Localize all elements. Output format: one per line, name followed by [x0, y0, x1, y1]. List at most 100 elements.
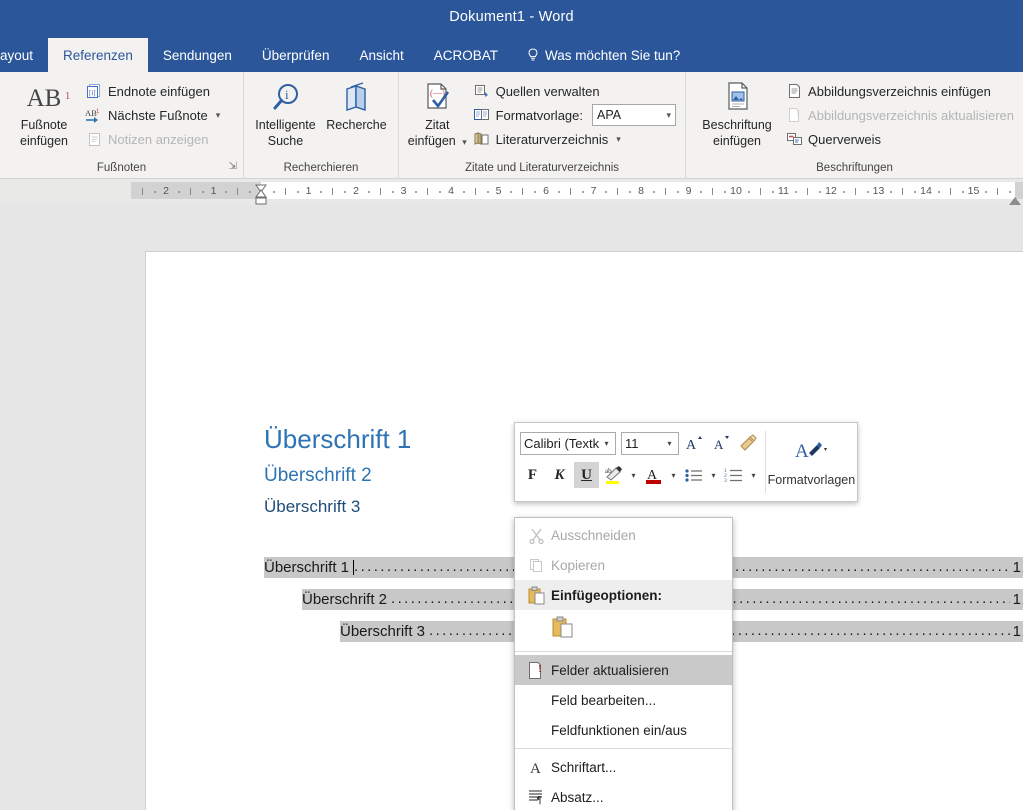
ruler-tick-label: 1 [305, 185, 312, 197]
toc-entry-text: Überschrift 3 [340, 623, 426, 640]
manage-sources-label: Quellen verwalten [495, 83, 600, 99]
ruler-tick-dot [985, 191, 988, 193]
ruler-tick-label: 2 [353, 185, 359, 197]
ruler-tick-bar [379, 188, 381, 195]
numbering-button[interactable]: 123 [721, 462, 746, 488]
ruler-tick-bar [759, 188, 761, 195]
insert-table-of-figures-button[interactable]: Abbildungsverzeichnis einfügen [782, 79, 1017, 103]
svg-text:A: A [714, 437, 724, 452]
svg-text:i: i [285, 87, 289, 102]
underline-button[interactable]: U [574, 462, 599, 488]
font-size-combo[interactable]: 11 ▾ [621, 431, 679, 455]
font-color-button[interactable]: A [641, 462, 666, 488]
tab-layout[interactable]: ayout [0, 38, 48, 72]
shrink-font-button[interactable]: A [708, 430, 733, 456]
chevron-down-icon[interactable]: ▾ [216, 110, 221, 121]
next-footnote-button[interactable]: AB 1 Nächste Fußnote ▾ [82, 103, 223, 127]
ribbon: AB 1 Fußnote einfügen [i] Endnote einfüge… [0, 72, 1023, 179]
tab-ansicht[interactable]: Ansicht [344, 38, 418, 72]
ruler-tick-bar [522, 188, 524, 195]
citation-style-combo[interactable]: APA ▾ [592, 104, 676, 126]
insert-footnote-button[interactable]: AB 1 Fußnote einfügen [6, 75, 82, 159]
context-menu-item-toggle-field-codes[interactable]: Feldfunktionen ein/aus [515, 715, 732, 745]
window-title: Dokument1 - Word [449, 9, 574, 25]
group-title-fussnoten: Fußnoten ⇲ [0, 159, 243, 178]
insert-footnote-label-1: Fußnote [20, 118, 68, 132]
insert-endnote-label: Endnote einfügen [108, 83, 210, 99]
smart-lookup-label-1: Intelligente [255, 118, 316, 132]
chevron-down-icon[interactable]: ▾ [748, 471, 759, 480]
text-highlight-button[interactable]: ab [601, 462, 626, 488]
bibliography-icon [473, 130, 491, 148]
insert-endnote-button[interactable]: [i] Endnote einfügen [82, 79, 223, 103]
horizontal-ruler[interactable]: 2 1 1 2 3 4 5 6 7 8 9 10 11 12 13 14 15 [0, 179, 1023, 207]
word-window: Dokument1 - Word ayout Referenzen Sendun… [0, 0, 1023, 810]
researcher-label: Recherche [326, 118, 387, 132]
ruler-tick-bar [569, 188, 571, 195]
ruler-tick-dot [771, 191, 774, 193]
bullets-button[interactable] [681, 462, 706, 488]
tab-acrobat[interactable]: ACROBAT [419, 38, 513, 72]
chevron-down-icon[interactable]: ▾ [708, 471, 719, 480]
italic-button[interactable]: K [547, 462, 572, 488]
dialog-launcher-fussnoten[interactable]: ⇲ [229, 157, 237, 176]
next-footnote-icon: AB 1 [85, 106, 103, 124]
tab-sendungen[interactable]: Sendungen [148, 38, 247, 72]
hanging-indent-marker[interactable] [255, 189, 267, 205]
styles-button[interactable]: A Formatvorlagen [766, 423, 857, 501]
ruler-tick-dot [724, 191, 727, 193]
ruler-tick-bar [427, 188, 429, 195]
context-menu-item-paragraph[interactable]: ¶ Absatz... [515, 782, 732, 810]
context-menu-item-edit-field[interactable]: Feld bearbeiten... [515, 685, 732, 715]
ribbon-group-zitate: (—) Zitat einfügen ▾ Quellen verwalten F… [398, 72, 685, 178]
ruler-tick-dot [866, 191, 869, 193]
researcher-button[interactable]: Recherche [321, 75, 392, 159]
ruler-tick-bar [237, 188, 239, 195]
cut-icon [521, 527, 551, 544]
citation-style-label: Formatvorlage: [495, 107, 583, 123]
tell-me-box[interactable]: Was möchten Sie tun? [513, 38, 680, 72]
cross-reference-button[interactable]: Querverweis [782, 127, 1017, 151]
smart-lookup-button[interactable]: i Intelligente Suche [250, 75, 321, 159]
first-line-indent-marker[interactable] [255, 180, 267, 193]
ruler-tick-bar [142, 188, 144, 195]
format-painter-button[interactable] [735, 430, 760, 456]
context-menu-label-font: Schriftart... [551, 759, 617, 775]
tab-referenzen[interactable]: Referenzen [48, 38, 148, 72]
ruler-tick-bar [617, 188, 619, 195]
insert-caption-label-2: einfügen [713, 134, 761, 148]
chevron-down-icon[interactable]: ▾ [668, 471, 679, 480]
styles-icon: A [793, 437, 829, 470]
bibliography-button[interactable]: Literaturverzeichnis ▾ [470, 127, 679, 151]
group-title-recherchieren: Recherchieren [283, 162, 359, 174]
right-indent-marker[interactable] [1009, 197, 1021, 205]
group-title-zitate: Zitate und Literaturverzeichnis [464, 162, 620, 174]
tab-ueberpruefen[interactable]: Überprüfen [247, 38, 345, 72]
insert-citation-button[interactable]: (—) Zitat einfügen ▾ [405, 75, 470, 159]
paste-keep-formatting-icon[interactable] [551, 615, 575, 644]
bold-button[interactable]: F [520, 462, 545, 488]
context-menu-item-update-fields[interactable]: ! Felder aktualisieren [515, 655, 732, 685]
context-menu[interactable]: Ausschneiden Kopieren Einfügeoptionen: !… [514, 517, 733, 810]
show-notes-label: Notizen anzeigen [108, 131, 209, 147]
zitate-small-buttons: Quellen verwalten Formatvorlage: APA ▾ L… [470, 75, 679, 159]
insert-caption-button[interactable]: Beschriftung einfügen [692, 75, 782, 159]
chevron-down-icon[interactable]: ▾ [628, 471, 639, 480]
chevron-down-icon[interactable]: ▾ [462, 137, 467, 147]
manage-sources-button[interactable]: Quellen verwalten [470, 79, 679, 103]
ruler-tick-label: 10 [730, 185, 742, 197]
ruler-tick-dot [937, 191, 940, 193]
fussnoten-small-buttons: [i] Endnote einfügen AB 1 Nächste Fußnote… [82, 75, 223, 159]
show-notes-button: Notizen anzeigen [82, 127, 223, 151]
font-name-combo[interactable]: Calibri (Textk ▾ [520, 431, 616, 455]
ruler-tick-label: 15 [967, 185, 980, 197]
context-menu-label-paste-options: Einfügeoptionen: [551, 587, 662, 603]
grow-font-button[interactable]: A [681, 430, 706, 456]
chevron-down-icon[interactable]: ▾ [616, 134, 621, 145]
svg-text:A: A [795, 441, 809, 462]
context-menu-item-font[interactable]: A Schriftart... [515, 752, 732, 782]
ruler-tick-label: 1 [210, 185, 217, 197]
mini-format-toolbar[interactable]: Calibri (Textk ▾ 11 ▾ A A F K U ab ▾ A ▾… [514, 422, 858, 502]
toc-page-number: 1 [1012, 559, 1021, 576]
ruler-tick-label: 5 [495, 185, 502, 197]
